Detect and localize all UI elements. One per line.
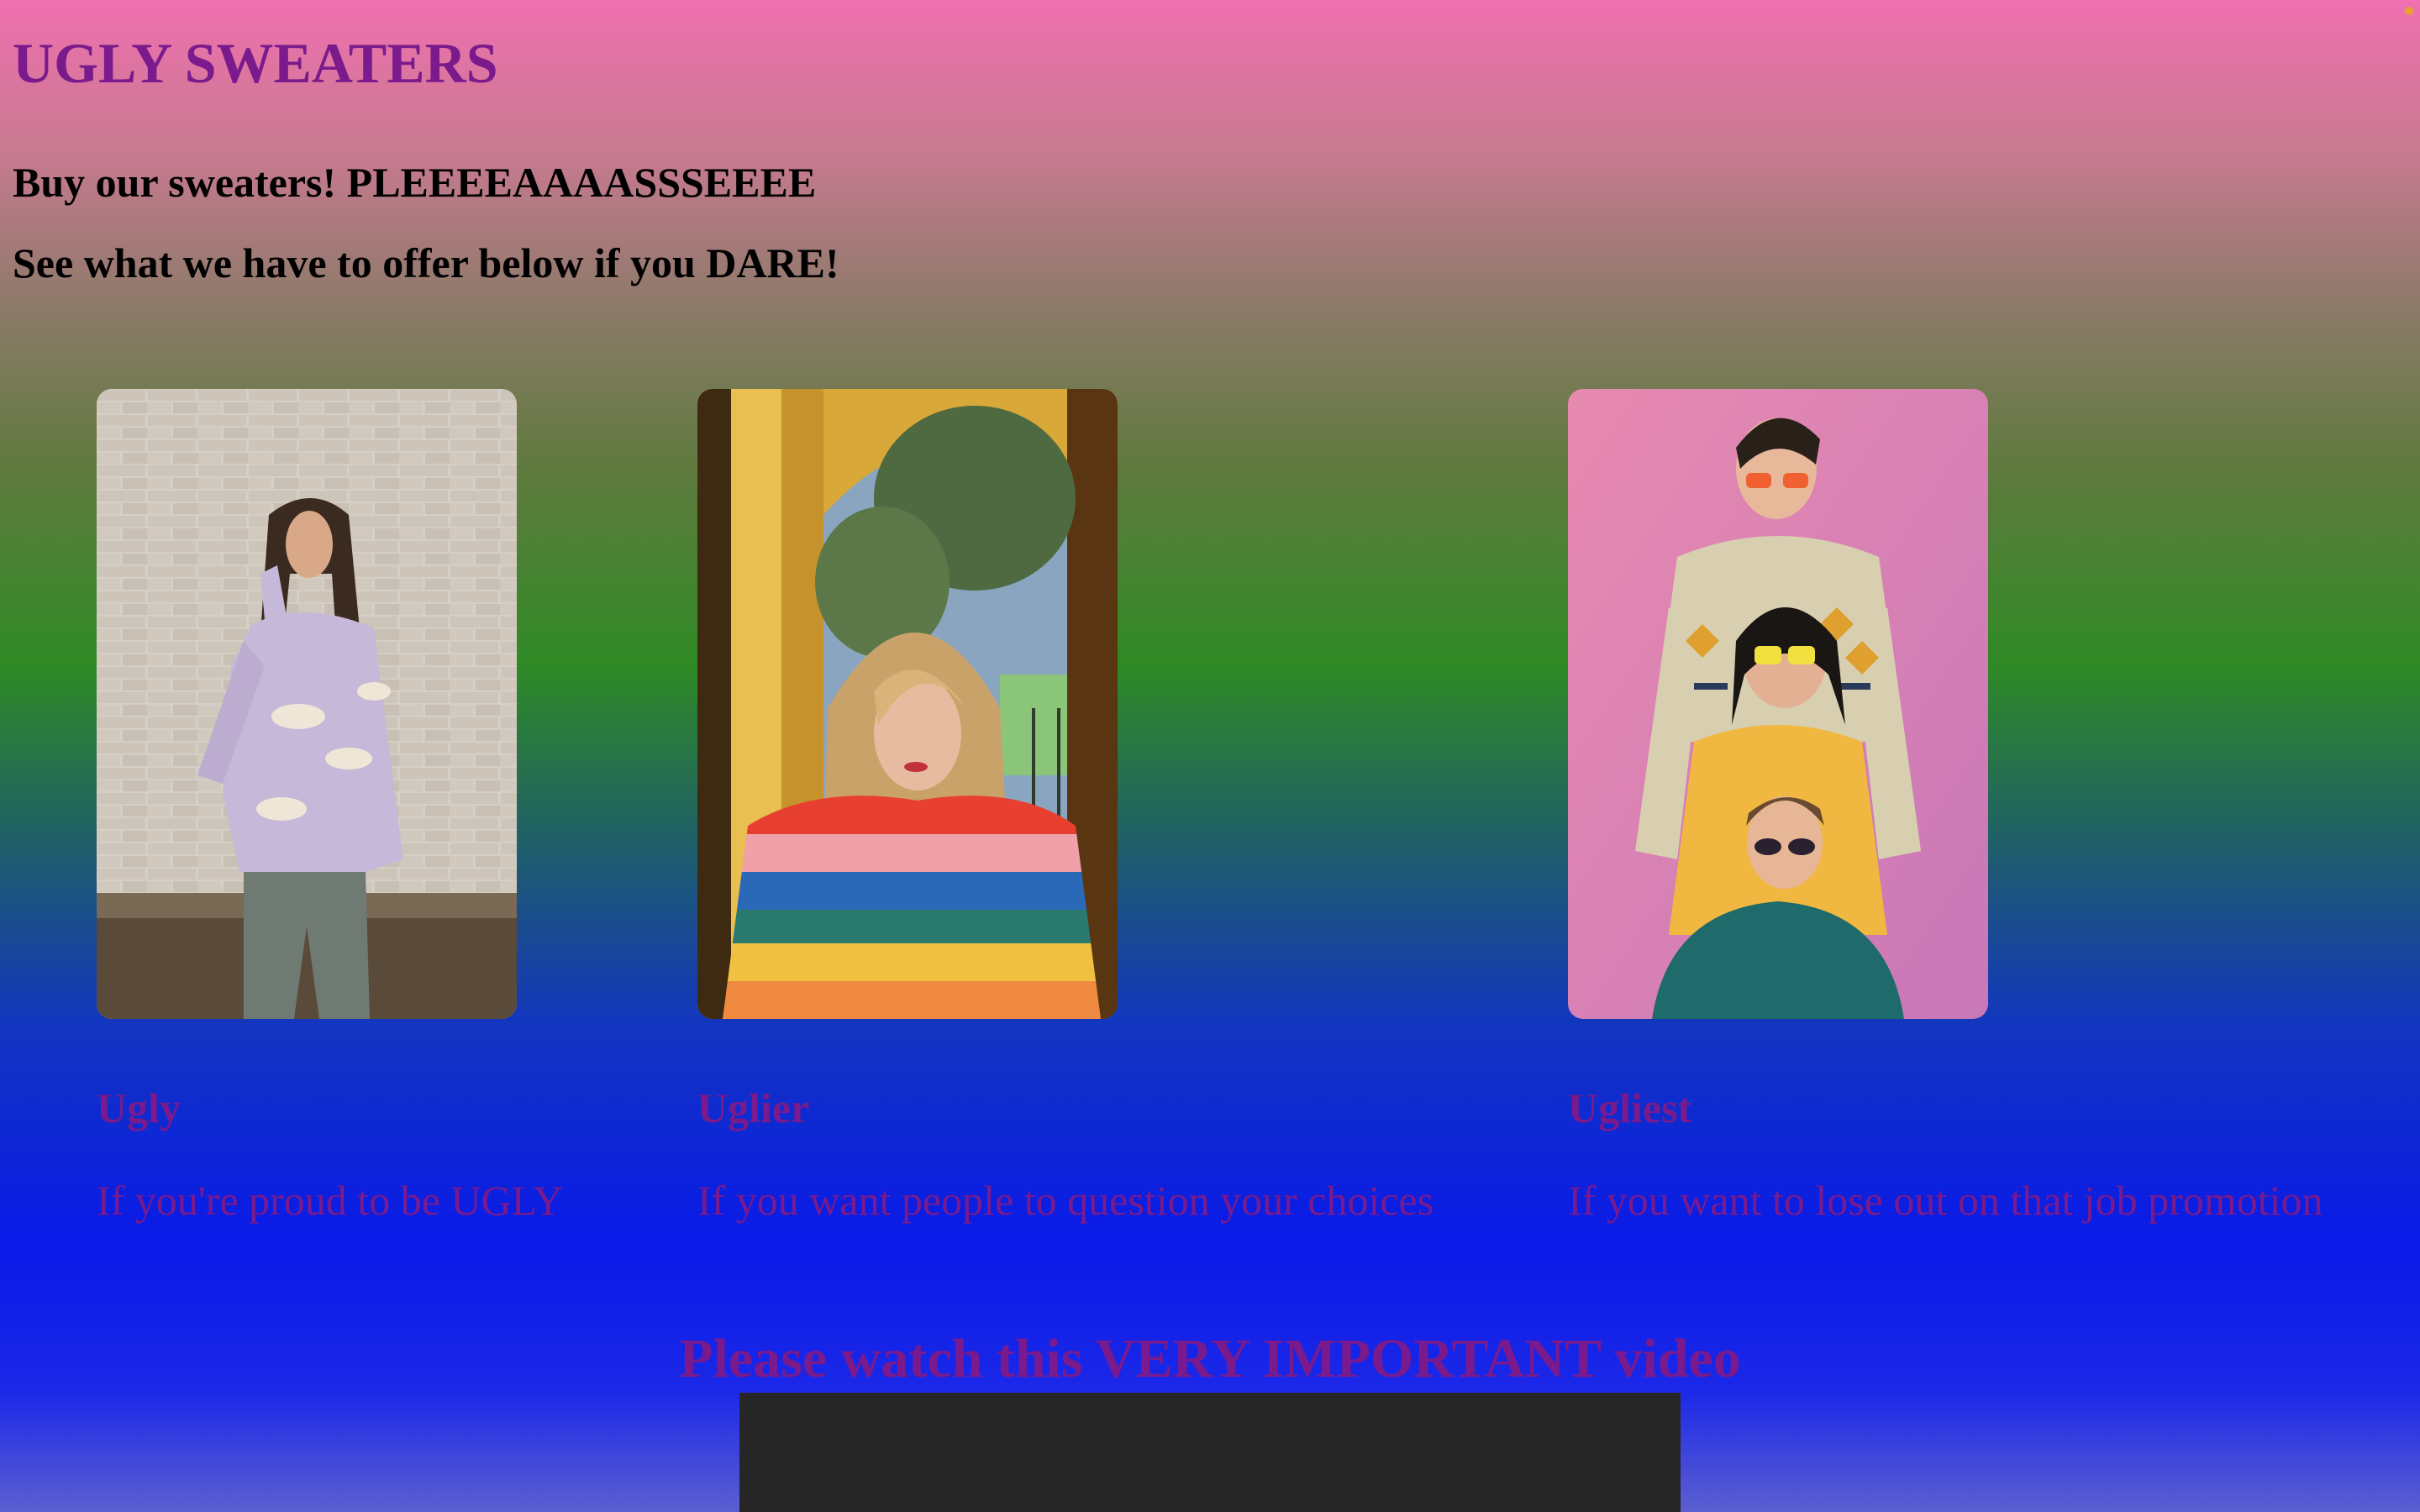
product-image-ugly [97,389,517,1019]
status-dot [2405,7,2413,15]
product-title-uglier: Uglier [697,1084,810,1131]
product-title-ugliest: Ugliest [1568,1084,1692,1131]
product-description-uglier: If you want people to question your choi… [697,1177,1434,1224]
tagline-primary: Buy our sweaters! PLEEEEAAAASSSEEEE [13,159,817,206]
product-image-uglier [697,389,1118,1019]
video-player[interactable] [739,1393,1681,1512]
product-description-ugliest: If you want to lose out on that job prom… [1568,1177,2323,1224]
lavender-sweater-photo [97,389,517,1019]
tagline-secondary: See what we have to offer below if you D… [13,239,839,286]
rainbow-sweater-photo [697,389,1118,1019]
video-heading: Please watch this VERY IMPORTANT video [679,1328,1741,1389]
product-title-ugly: Ugly [97,1084,181,1131]
product-description-ugly: If you're proud to be UGLY [97,1177,564,1224]
group-sweater-photo [1568,389,1988,1019]
site-title: UGLY SWEATERS [13,31,498,95]
product-image-ugliest [1568,389,1988,1019]
